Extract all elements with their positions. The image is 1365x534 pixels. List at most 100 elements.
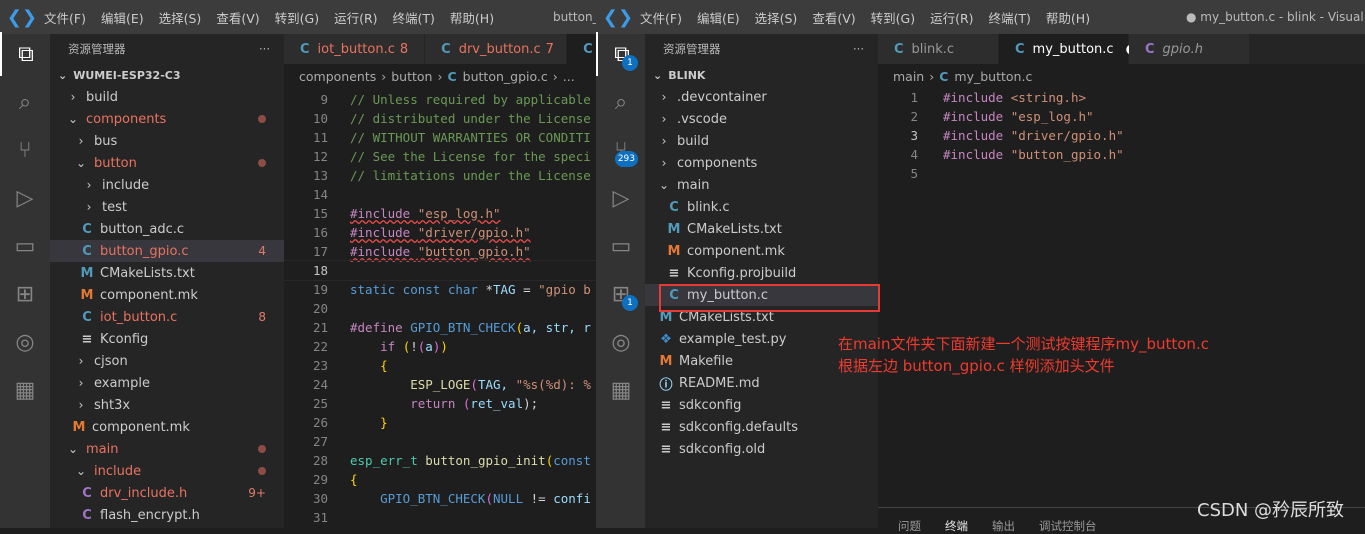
tree-folder[interactable]: ⌄ components [50, 108, 284, 130]
tree-folder[interactable]: ⌄ include [50, 460, 284, 482]
editor-tab[interactable]: Cdrv_button.c 7 [425, 34, 568, 64]
scm-icon[interactable]: ⑂ 293 [596, 128, 646, 172]
menu-item[interactable]: 编辑(E) [697, 11, 740, 26]
code-line: 28 esp_err_t button_gpio_init(const [284, 451, 596, 470]
code-line: 21 #define GPIO_BTN_CHECK(a, str, r [284, 318, 596, 337]
tree-file[interactable]: Mcomponent.mk [50, 416, 284, 438]
tree-file[interactable]: Mcomponent.mk [50, 284, 284, 306]
breadcrumb-item[interactable]: my_button.c [954, 69, 1032, 84]
tree-folder[interactable]: › components [645, 152, 878, 174]
tree-item-label: flash_encrypt.h [100, 507, 200, 523]
search-icon[interactable]: ⌕ [596, 80, 646, 124]
workspace-root[interactable]: ⌄ WUMEI-ESP32-C3 [50, 64, 284, 86]
menu-item[interactable]: 转到(G) [871, 11, 915, 26]
tree-folder[interactable]: › build [645, 130, 878, 152]
code-line: 22 if (!(a)) [284, 337, 596, 356]
search-icon[interactable]: ⌕ [0, 80, 50, 124]
breadcrumb-item[interactable]: components [299, 69, 376, 84]
menu-item[interactable]: 运行(R) [930, 11, 973, 26]
tree-file[interactable]: Cflash_encrypt.h [50, 504, 284, 526]
problem-count-badge: 4 [258, 244, 266, 258]
menu-item[interactable]: 文件(F) [640, 11, 682, 26]
remote-explorer-icon[interactable]: ▭ [0, 224, 50, 268]
tree-item-label: sht3x [94, 397, 131, 413]
remote-explorer-icon[interactable]: ▭ [596, 224, 646, 268]
tree-folder[interactable]: › sht3x [50, 394, 284, 416]
tree-folder[interactable]: ⌄ main [50, 438, 284, 460]
c-file-icon: C [583, 41, 593, 57]
tree-file[interactable]: Cdrv_include.h 9+ [50, 482, 284, 504]
tree-folder[interactable]: › cjson [50, 350, 284, 372]
c-file-icon: C [300, 41, 310, 57]
panel-tab[interactable]: 输出 [992, 518, 1015, 533]
tree-item-label: sdkconfig.old [679, 441, 766, 457]
tree-file[interactable]: Cblink.c [645, 196, 878, 218]
menu-item[interactable]: 选择(S) [159, 11, 202, 26]
tree-file[interactable]: ≡ Kconfig.projbuild [645, 262, 878, 284]
editor-tab[interactable]: Ciot_button.c 8 [284, 34, 426, 64]
editor-tab[interactable]: Cmy_button.c● [999, 34, 1137, 64]
code-editor[interactable]: 9 // Unless required by applicable 10 // di… [284, 90, 596, 527]
tree-file[interactable]: Ciot_button.c 8 [50, 306, 284, 328]
breadcrumb-item[interactable]: main [893, 69, 924, 84]
breadcrumb-item[interactable]: button_gpio.c [463, 69, 548, 84]
tree-folder[interactable]: › .devcontainer [645, 86, 878, 108]
tree-file[interactable]: M CMakeLists.txt [645, 218, 878, 240]
run-debug-icon[interactable]: ▷ [596, 176, 646, 220]
menu-item[interactable]: 文件(F) [44, 11, 86, 26]
chip-icon[interactable]: ▦ [0, 368, 50, 412]
menu-item[interactable]: 编辑(E) [101, 11, 144, 26]
tree-folder[interactable]: ⌄ main [645, 174, 878, 196]
explorer-icon[interactable]: ⧉ 1 [596, 32, 646, 76]
scm-icon[interactable]: ⑂ [0, 128, 50, 172]
tree-folder[interactable]: › .vscode [645, 108, 878, 130]
panel-tab[interactable]: 终端 [945, 518, 968, 533]
workspace-root[interactable]: ⌄ BLINK [645, 64, 878, 86]
tree-file[interactable]: ≡ sdkconfig.defaults [645, 416, 878, 438]
more-actions-button[interactable]: ··· [259, 42, 270, 56]
explorer-icon[interactable]: ⧉ [0, 32, 50, 76]
code-token: // distributed under the License [350, 111, 591, 126]
menu-item[interactable]: 运行(R) [334, 11, 377, 26]
menu-item[interactable]: 查看(V) [812, 11, 855, 26]
chevron-right-icon: › [661, 112, 667, 126]
menu-item[interactable]: 选择(S) [755, 11, 798, 26]
panel-tab[interactable]: 问题 [898, 518, 921, 533]
extensions-icon[interactable]: ⊞ 1 [596, 272, 646, 316]
tree-folder[interactable]: › bus [50, 130, 284, 152]
editor-tab[interactable]: Cblink.c [878, 34, 999, 64]
code-line: 12 // See the License for the speci [284, 147, 596, 166]
breadcrumb-item[interactable]: ... [563, 69, 575, 84]
breadcrumb-item[interactable]: button [391, 69, 432, 84]
tree-file[interactable]: ≡ sdkconfig.old [645, 438, 878, 460]
tree-file[interactable]: ≡ Kconfig [50, 328, 284, 350]
tree-folder[interactable]: ⌄ button [50, 152, 284, 174]
code-editor[interactable]: 1 #include <string.h> 2 #include "esp_log.h… [878, 88, 1365, 183]
tree-file[interactable]: Mcomponent.mk [645, 240, 878, 262]
extensions-icon[interactable]: ⊞ [0, 272, 50, 316]
tree-folder[interactable]: › example [50, 372, 284, 394]
menu-item[interactable]: 查看(V) [216, 11, 259, 26]
chip-icon[interactable]: ▦ [596, 368, 646, 412]
tree-folder[interactable]: › test [50, 196, 284, 218]
menu-item[interactable]: 帮助(H) [1046, 11, 1090, 26]
code-token: return [350, 396, 463, 411]
editor-tab[interactable]: C [567, 34, 596, 64]
menu-item[interactable]: 终端(T) [989, 11, 1031, 26]
menu-item[interactable]: 转到(G) [275, 11, 319, 26]
editor-tab[interactable]: Cgpio.h [1129, 34, 1250, 64]
menu-item[interactable]: 帮助(H) [450, 11, 494, 26]
panel-tab[interactable]: 调试控制台 [1039, 518, 1097, 533]
tree-folder[interactable]: › build [50, 86, 284, 108]
espressif-icon[interactable]: ◎ [596, 320, 646, 364]
more-actions-button[interactable]: ··· [853, 42, 864, 56]
tree-file[interactable]: Cbutton_gpio.c 4 [50, 240, 284, 262]
tree-file[interactable]: Cbutton_adc.c [50, 218, 284, 240]
tree-folder[interactable]: › include [50, 174, 284, 196]
espressif-icon[interactable]: ◎ [0, 320, 50, 364]
tree-file[interactable]: M CMakeLists.txt [50, 262, 284, 284]
tree-file[interactable]: ≡ sdkconfig [645, 394, 878, 416]
run-debug-icon[interactable]: ▷ [0, 176, 50, 220]
line-text: #include "esp_log.h" [918, 107, 1094, 126]
menu-item[interactable]: 终端(T) [393, 11, 435, 26]
